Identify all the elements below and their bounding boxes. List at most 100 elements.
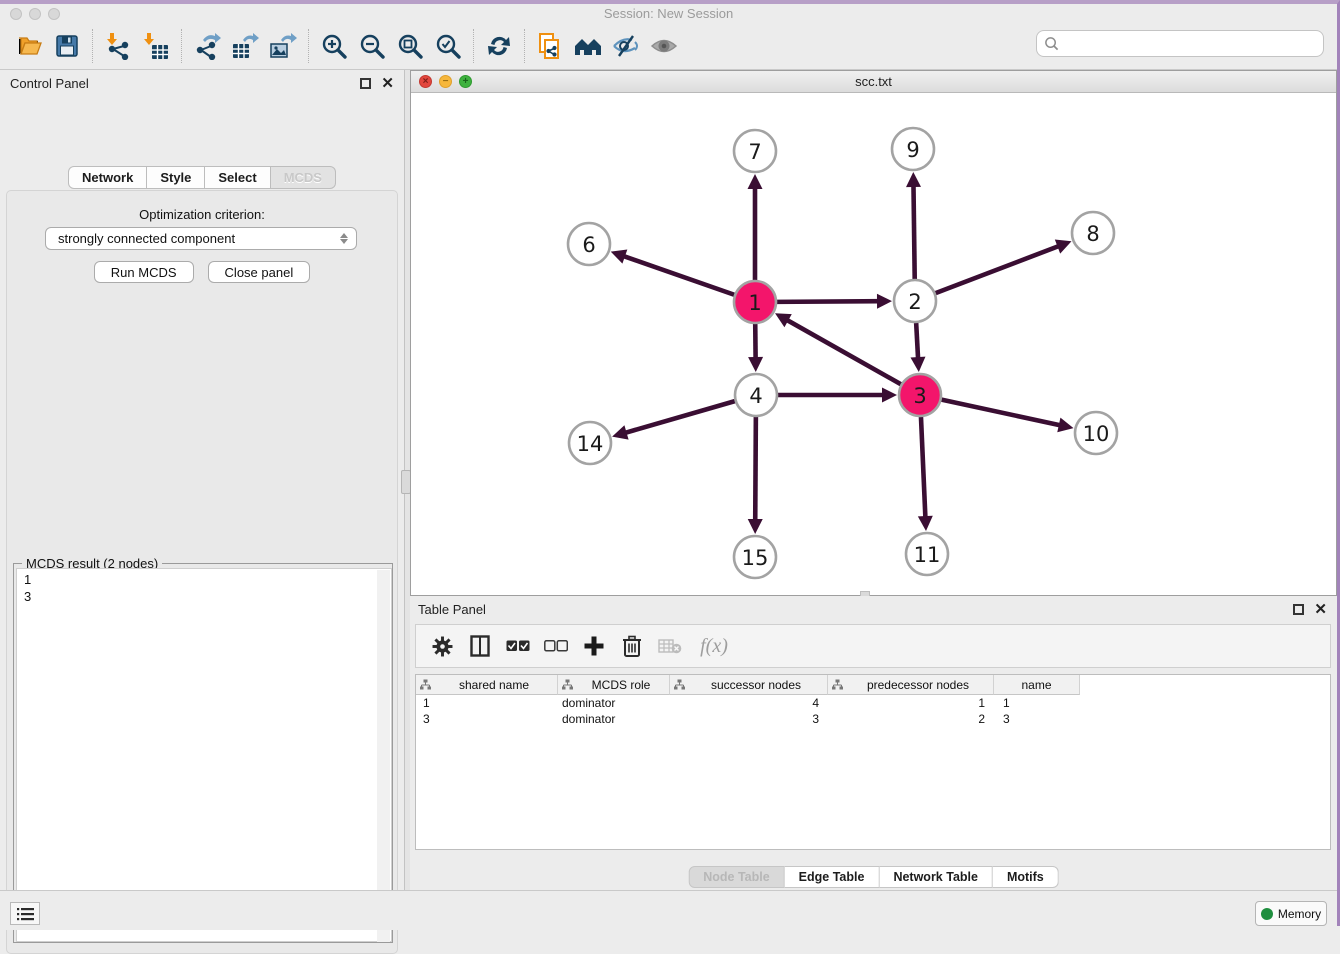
zoom-selected-icon[interactable]	[429, 28, 467, 64]
mcds-result-list[interactable]: 1 3	[16, 568, 392, 942]
export-network-icon[interactable]	[188, 28, 226, 64]
control-panel: Control Panel ✕ Network Style Select MCD…	[0, 70, 404, 890]
column-header-mcds-role[interactable]: MCDS role	[558, 675, 670, 695]
column-view-icon[interactable]	[464, 630, 496, 662]
search-input[interactable]	[1064, 36, 1323, 51]
import-network-icon[interactable]	[99, 28, 137, 64]
graph-edge-arrowhead	[918, 516, 933, 531]
open-file-icon[interactable]	[10, 28, 48, 64]
graph-node-label: 2	[908, 290, 921, 314]
tab-network-table[interactable]: Network Table	[879, 866, 993, 888]
graph-node-label: 8	[1086, 222, 1099, 246]
column-tree-icon	[674, 679, 685, 690]
graph-edge-4-15[interactable]	[755, 417, 756, 522]
refresh-layout-icon[interactable]	[480, 28, 518, 64]
import-table-icon[interactable]	[137, 28, 175, 64]
optimization-criterion-select[interactable]: strongly connected component	[45, 227, 357, 250]
selected-criterion: strongly connected component	[58, 231, 235, 246]
add-column-icon[interactable]	[578, 630, 610, 662]
delete-column-icon[interactable]	[616, 630, 648, 662]
show-all-icon[interactable]	[645, 28, 683, 64]
hide-selected-icon[interactable]	[607, 28, 645, 64]
graph-edge-2-3[interactable]	[916, 323, 918, 360]
cell-name: 1	[994, 696, 1080, 710]
zoom-fit-icon[interactable]	[391, 28, 429, 64]
graph-edge-2-8[interactable]	[936, 245, 1061, 293]
tab-select[interactable]: Select	[205, 166, 270, 189]
tab-node-table[interactable]: Node Table	[688, 866, 784, 888]
function-builder-icon[interactable]: f(x)	[692, 630, 736, 662]
graph-edge-arrowhead	[612, 425, 628, 439]
graph-node-label: 15	[742, 546, 769, 570]
table-row[interactable]: 3 dominator 3 2 3	[416, 711, 1330, 727]
zoom-out-icon[interactable]	[353, 28, 391, 64]
table-panel: Table Panel ✕ f(x)	[410, 596, 1337, 890]
column-tree-icon	[562, 679, 573, 690]
graph-edge-arrowhead	[748, 519, 763, 534]
column-header-successor-nodes[interactable]: successor nodes	[670, 675, 828, 695]
node-table[interactable]: shared name MCDS role successor nodes pr…	[415, 674, 1331, 850]
float-table-panel-icon[interactable]	[1293, 604, 1304, 615]
mcds-tab-content: Optimization criterion: strongly connect…	[6, 190, 398, 954]
table-row[interactable]: 1 dominator 4 1 1	[416, 695, 1330, 711]
cell-predecessor-nodes: 2	[828, 712, 994, 726]
tab-edge-table[interactable]: Edge Table	[785, 866, 880, 888]
column-tree-icon	[420, 679, 431, 690]
select-all-icon[interactable]	[502, 630, 534, 662]
run-mcds-button[interactable]: Run MCDS	[94, 261, 194, 283]
first-neighbors-icon[interactable]	[569, 28, 607, 64]
graph-edge-arrowhead	[748, 357, 763, 372]
deselect-all-icon[interactable]	[540, 630, 572, 662]
cell-mcds-role: dominator	[558, 696, 670, 710]
network-canvas-svg[interactable]: 1234678910111415	[411, 93, 1336, 595]
window-title: Session: New Session	[0, 6, 1337, 21]
float-panel-icon[interactable]	[360, 78, 371, 89]
cell-mcds-role: dominator	[558, 712, 670, 726]
delete-table-icon[interactable]	[654, 630, 686, 662]
graph-edge-3-1[interactable]	[785, 319, 900, 384]
graph-edge-3-11[interactable]	[921, 417, 925, 519]
table-header-row: shared name MCDS role successor nodes pr…	[416, 675, 1330, 695]
tab-mcds[interactable]: MCDS	[271, 166, 336, 189]
graph-edge-2-9[interactable]	[913, 184, 914, 279]
cell-successor-nodes: 4	[670, 696, 828, 710]
cell-shared-name: 1	[416, 696, 558, 710]
close-panel-button[interactable]: Close panel	[208, 261, 311, 283]
memory-button[interactable]: Memory	[1255, 901, 1327, 926]
clone-network-icon[interactable]	[531, 28, 569, 64]
gear-icon[interactable]	[426, 630, 458, 662]
column-header-name[interactable]: name	[994, 675, 1080, 695]
export-image-icon[interactable]	[264, 28, 302, 64]
result-scrollbar[interactable]	[377, 570, 390, 942]
graph-edge-4-14[interactable]	[624, 401, 735, 433]
graph-node-label: 11	[914, 543, 941, 567]
close-table-panel-icon[interactable]: ✕	[1314, 604, 1327, 615]
cell-predecessor-nodes: 1	[828, 696, 994, 710]
export-table-icon[interactable]	[226, 28, 264, 64]
close-panel-icon[interactable]: ✕	[381, 78, 394, 89]
graph-edge-3-10[interactable]	[942, 400, 1062, 426]
column-header-shared-name[interactable]: shared name	[416, 675, 558, 695]
tab-style[interactable]: Style	[147, 166, 205, 189]
graph-node-label: 4	[749, 384, 762, 408]
task-history-button[interactable]	[10, 902, 40, 925]
graph-edge-1-2[interactable]	[777, 301, 880, 302]
graph-edge-arrowhead	[910, 357, 925, 372]
optimization-criterion-label: Optimization criterion:	[7, 207, 397, 222]
main-toolbar	[0, 22, 1337, 70]
graph-edge-arrowhead	[611, 249, 628, 263]
tab-motifs[interactable]: Motifs	[993, 866, 1059, 888]
save-session-icon[interactable]	[48, 28, 86, 64]
graph-edge-arrowhead	[877, 294, 892, 309]
column-header-predecessor-nodes[interactable]: predecessor nodes	[828, 675, 994, 695]
chevron-updown-icon	[340, 233, 348, 244]
zoom-in-icon[interactable]	[315, 28, 353, 64]
control-panel-title: Control Panel	[10, 76, 89, 91]
tab-network[interactable]: Network	[68, 166, 147, 189]
table-toolbar: f(x)	[415, 624, 1331, 668]
graph-edge-arrowhead	[882, 388, 897, 403]
graph-edge-1-6[interactable]	[622, 256, 734, 295]
graph-node-label: 1	[748, 291, 761, 315]
graph-node-label: 6	[582, 233, 595, 257]
memory-status-icon	[1261, 908, 1273, 920]
